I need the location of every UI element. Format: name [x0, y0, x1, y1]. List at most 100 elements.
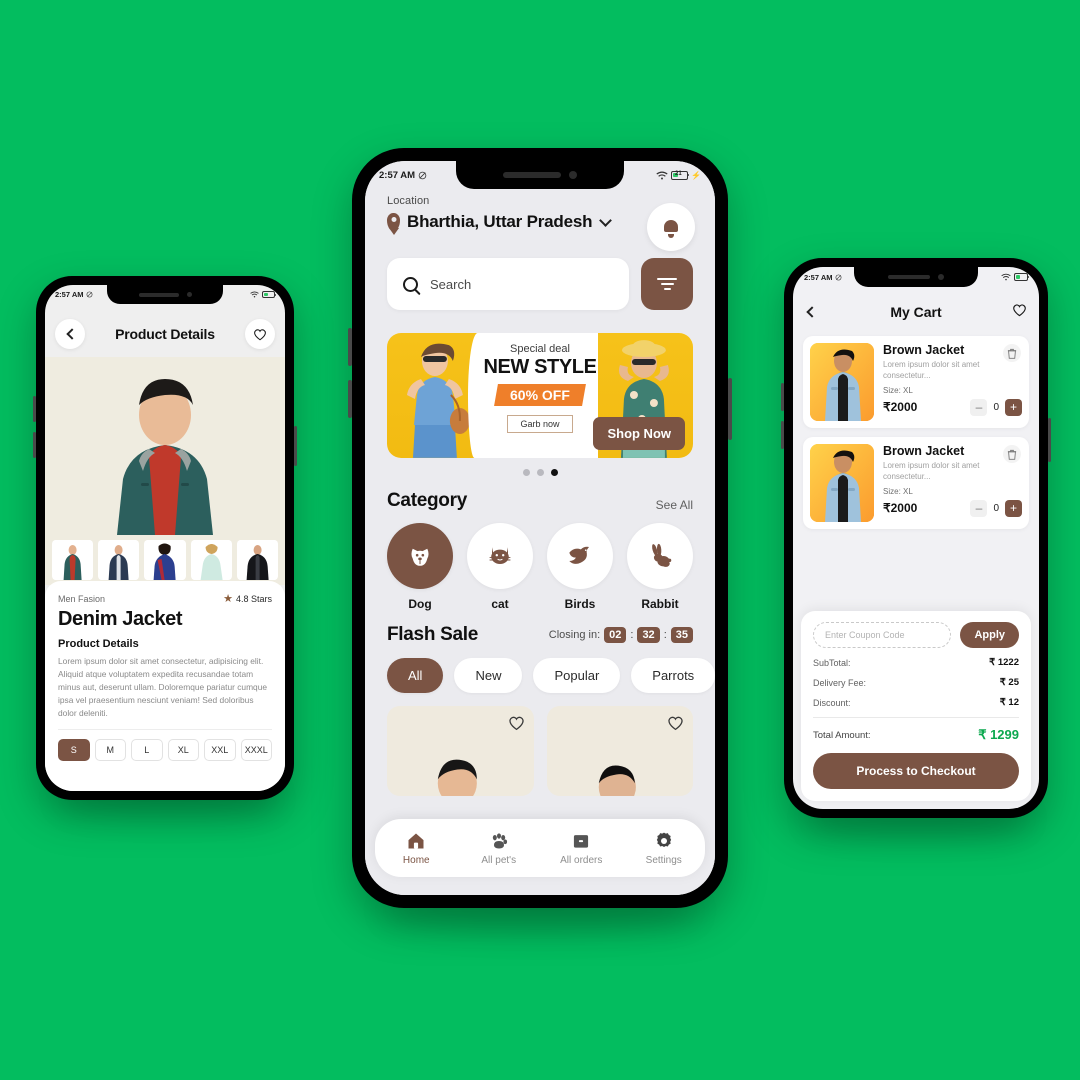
nav-item-settings[interactable]: Settings	[623, 831, 706, 866]
quantity-decrease-button[interactable]: –	[970, 499, 988, 517]
earpiece-speaker	[503, 172, 561, 178]
product-card-favorite-1[interactable]	[508, 715, 525, 736]
cart-item-name: Brown Jacket	[883, 444, 965, 458]
search-row: Search	[365, 258, 715, 310]
dot-1[interactable]	[522, 469, 530, 476]
nav-label-all-orders: All orders	[560, 854, 603, 866]
thumbnail-3[interactable]	[144, 540, 186, 580]
battery-level: 21	[675, 171, 682, 177]
cart-summary-panel: Enter Coupon Code Apply SubTotal: ₹ 1222…	[801, 611, 1031, 801]
filter-icon-line-3	[663, 288, 671, 290]
size-option-xxxl[interactable]: XXXL	[240, 739, 272, 762]
size-option-m[interactable]: M	[94, 739, 126, 762]
category-label: Dog	[408, 597, 432, 611]
quantity-stepper[interactable]: – 0 +	[970, 499, 1022, 517]
thumbnail-4[interactable]	[190, 540, 232, 580]
notification-button[interactable]	[647, 203, 695, 251]
size-option-l[interactable]: L	[131, 739, 163, 762]
category-list: Dog cat Birds Rabbit	[365, 523, 715, 611]
phone-left-volume-up[interactable]	[33, 396, 36, 422]
category-item-birds[interactable]: Birds	[547, 523, 613, 611]
cart-favorite-button[interactable]	[1012, 303, 1027, 322]
summary-row-total: Total Amount: ₹ 1299	[813, 727, 1019, 743]
shop-now-button[interactable]: Shop Now	[593, 417, 685, 450]
quantity-increase-button[interactable]: +	[1005, 499, 1022, 517]
trash-icon	[1007, 348, 1017, 359]
filter-chip-popular[interactable]: Popular	[533, 658, 621, 693]
size-option-xxl[interactable]: XXL	[204, 739, 236, 762]
product-card-1[interactable]	[387, 706, 534, 796]
phone-center-volume-up[interactable]	[348, 328, 352, 366]
phone-right-screen: 2:57 AM My Cart Brown Jacket Lorem ipsum…	[793, 267, 1039, 809]
paw-icon	[492, 832, 507, 848]
product-hero-image[interactable]	[45, 357, 285, 535]
size-selector[interactable]: S M L XL XXL XXXL	[58, 729, 272, 762]
size-option-xl[interactable]: XL	[167, 739, 199, 762]
dog-icon	[411, 548, 429, 566]
checkout-button[interactable]: Process to Checkout	[813, 753, 1019, 789]
quantity-increase-button[interactable]: +	[1005, 398, 1022, 416]
thumbnail-2[interactable]	[98, 540, 140, 580]
phone-right-power[interactable]	[1048, 418, 1051, 462]
phone-my-cart: 2:57 AM My Cart Brown Jacket Lorem ipsum…	[781, 258, 1051, 818]
category-label: Birds	[564, 597, 596, 611]
category-item-dog[interactable]: Dog	[387, 523, 453, 611]
product-thumbnail-strip[interactable]	[45, 535, 285, 585]
dot-2[interactable]	[536, 469, 544, 476]
quantity-decrease-button[interactable]: –	[970, 398, 988, 416]
nav-item-all-orders[interactable]: All orders	[540, 831, 623, 866]
nav-item-all-pets[interactable]: All pet's	[458, 831, 541, 866]
filter-chip-all[interactable]: All	[387, 658, 444, 693]
nav-item-home[interactable]: Home	[375, 831, 458, 866]
phone-center-power[interactable]	[728, 378, 732, 440]
filter-button[interactable]	[641, 258, 693, 310]
apply-coupon-button[interactable]: Apply	[960, 622, 1019, 648]
phone-left-volume-down[interactable]	[33, 432, 36, 458]
phone-left-power[interactable]	[294, 426, 297, 466]
product-card-favorite-2[interactable]	[667, 715, 684, 736]
filter-chip-parrots[interactable]: Parrots	[631, 658, 715, 693]
cart-item-row[interactable]: Brown Jacket Lorem ipsum dolor sit amet …	[803, 437, 1029, 529]
mute-icon	[87, 291, 93, 298]
product-info-panel: Men Fasion ★ 4.8 Stars Denim Jacket Prod…	[45, 581, 285, 791]
phone-right-volume-up[interactable]	[781, 383, 784, 411]
summary-value: ₹ 12	[999, 697, 1019, 708]
status-indicators: 21 ⚡	[656, 170, 701, 180]
dot-3-active[interactable]	[550, 469, 558, 476]
flash-sale-filters: All New Popular Parrots	[365, 658, 715, 693]
notch-right	[854, 267, 978, 287]
phone-center-volume-down[interactable]	[348, 380, 352, 418]
cart-item-list: Brown Jacket Lorem ipsum dolor sit amet …	[793, 332, 1039, 529]
filter-icon-line-1	[657, 278, 677, 280]
filter-chip-new[interactable]: New	[454, 658, 523, 693]
gear-icon	[656, 832, 671, 847]
category-item-rabbit[interactable]: Rabbit	[627, 523, 693, 611]
cart-item-row[interactable]: Brown Jacket Lorem ipsum dolor sit amet …	[803, 336, 1029, 428]
cart-back-button[interactable]	[805, 306, 818, 318]
favorite-button[interactable]	[245, 319, 275, 349]
countdown-seconds: 35	[670, 627, 693, 643]
category-icon-wrap	[627, 523, 693, 589]
banner-secondary-cta[interactable]: Garb now	[507, 415, 573, 433]
product-card-2[interactable]	[546, 706, 693, 796]
promo-banner[interactable]: Special deal NEW STYLE 60% OFF Garb now	[387, 333, 693, 458]
cart-item-thumbnail	[810, 343, 874, 421]
search-input[interactable]: Search	[387, 258, 629, 310]
category-see-all[interactable]: See All	[656, 498, 693, 512]
coupon-input[interactable]: Enter Coupon Code	[813, 622, 952, 648]
back-button[interactable]	[55, 319, 85, 349]
location-label: Location	[387, 195, 430, 207]
cart-header: My Cart	[793, 292, 1039, 332]
thumbnail-5[interactable]	[236, 540, 279, 580]
cart-item-description: Lorem ipsum dolor sit amet consectetur..…	[883, 461, 980, 481]
quantity-stepper[interactable]: – 0 +	[970, 398, 1022, 416]
phone-right-volume-down[interactable]	[781, 421, 784, 449]
summary-row-discount: Discount: ₹ 12	[813, 697, 1019, 708]
thumbnail-1[interactable]	[52, 540, 94, 580]
category-item-cat[interactable]: cat	[467, 523, 533, 611]
page-title: Product Details	[115, 326, 215, 342]
cart-item-delete-button[interactable]	[1003, 445, 1021, 463]
cart-item-delete-button[interactable]	[1003, 344, 1021, 362]
banner-pagination-dots[interactable]	[365, 469, 715, 476]
size-option-s[interactable]: S	[58, 739, 90, 762]
